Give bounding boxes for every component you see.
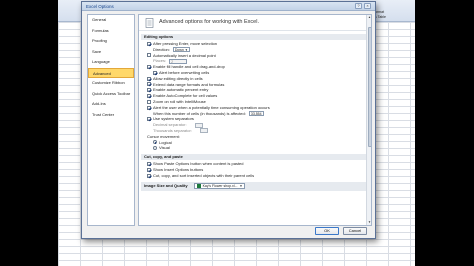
nav-item-customize-ribbon[interactable]: Customize Ribbon: [88, 78, 134, 89]
cancel-button[interactable]: Cancel: [343, 227, 367, 235]
nav-item-proofing[interactable]: Proofing: [88, 36, 134, 47]
image-size-label: Image Size and Quality: [144, 182, 188, 188]
autocomplete-checkbox[interactable]: [147, 94, 151, 99]
panel-scrollbar[interactable]: ▲ ▼: [366, 15, 371, 225]
decimal-sep-input[interactable]: [194, 122, 203, 128]
after-enter-checkbox[interactable]: [147, 41, 151, 46]
image-workbook-select[interactable]: Kay's Flower shop.xl... ▼: [193, 183, 246, 190]
advanced-options-panel: Advanced options for working with Excel.…: [138, 14, 372, 226]
section-cut-copy-paste: Cut, copy, and paste: [141, 154, 369, 161]
logical-radio[interactable]: [153, 140, 157, 145]
scroll-up-icon[interactable]: ▲: [367, 15, 371, 20]
chevron-down-icon: ▼: [239, 183, 243, 188]
nav-item-language[interactable]: Language: [88, 57, 134, 68]
section-image-size: Image Size and Quality Kay's Flower shop…: [141, 181, 369, 191]
dialog-buttons: OK Cancel: [315, 227, 367, 235]
dialog-title: Excel Options: [82, 2, 375, 11]
alert-overwrite-checkbox[interactable]: [153, 70, 157, 75]
cut-copy-sort-checkbox[interactable]: [147, 173, 151, 178]
fill-handle-checkbox[interactable]: [147, 65, 151, 70]
scroll-thumb[interactable]: [367, 27, 371, 147]
cut-copy-sort-row[interactable]: Cut, copy, and sort inserted objects wit…: [139, 173, 371, 179]
nav-item-add-ins[interactable]: Add-Ins: [88, 99, 134, 110]
panel-header: Advanced options for working with Excel.: [139, 15, 371, 31]
zoom-roll-checkbox[interactable]: [147, 99, 151, 104]
section-editing-options: Editing options: [141, 34, 369, 40]
nav-item-save[interactable]: Save: [88, 47, 134, 58]
visual-label: Visual: [159, 145, 170, 151]
direction-select[interactable]: Down▼: [172, 47, 190, 53]
direction-value: Down: [174, 48, 184, 53]
allow-editing-checkbox[interactable]: [147, 76, 151, 81]
nav-item-trust-center[interactable]: Trust Center: [88, 110, 134, 121]
visual-radio[interactable]: [153, 146, 157, 151]
excel-file-icon: [196, 184, 201, 189]
nav-item-formulas[interactable]: Formulas: [88, 26, 134, 37]
ok-button[interactable]: OK: [315, 227, 339, 235]
visual-row[interactable]: Visual: [139, 145, 371, 151]
nav-item-quick-access-toolbar[interactable]: Quick Access Toolbar: [88, 89, 134, 100]
alert-time-checkbox[interactable]: [147, 105, 151, 110]
options-nav: General Formulas Proofing Save Language …: [87, 14, 135, 226]
help-button[interactable]: ?: [355, 3, 362, 9]
options-page-icon: [145, 18, 154, 28]
panel-header-text: Advanced options for working with Excel.: [159, 19, 259, 25]
cut-copy-sort-label: Cut, copy, and sort inserted objects wit…: [153, 172, 255, 178]
thousands-sep-input[interactable]: [199, 128, 208, 134]
auto-percent-checkbox[interactable]: [147, 88, 151, 93]
image-workbook-value: Kay's Flower shop.xl...: [202, 183, 238, 188]
scroll-down-icon[interactable]: ▼: [367, 220, 371, 225]
dialog-controls: ? ×: [355, 3, 371, 9]
nav-item-advanced[interactable]: Advanced: [88, 67, 134, 78]
system-separators-checkbox[interactable]: [147, 117, 151, 122]
paste-options-checkbox[interactable]: [147, 162, 151, 167]
excel-ribbon-labels: Format as Table: [373, 10, 395, 19]
auto-decimal-checkbox[interactable]: [147, 53, 151, 58]
ribbon-label-table: as Table: [373, 14, 386, 19]
extend-formats-checkbox[interactable]: [147, 82, 151, 87]
cells-affected-input[interactable]: 33,554: [248, 110, 264, 116]
close-button[interactable]: ×: [364, 3, 371, 9]
nav-item-general[interactable]: General: [88, 15, 134, 26]
places-spinner[interactable]: 2: [169, 58, 188, 64]
excel-options-dialog: Excel Options ? × General Formulas Proof…: [81, 1, 376, 239]
insert-options-checkbox[interactable]: [147, 167, 151, 172]
